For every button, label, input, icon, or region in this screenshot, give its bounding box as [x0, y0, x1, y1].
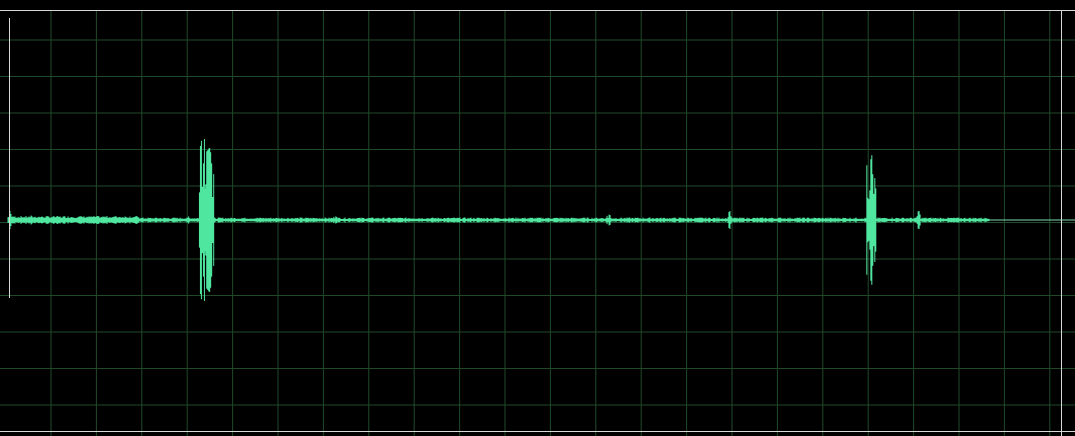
waveform-view[interactable] — [0, 0, 1075, 436]
waveform-spike — [606, 214, 611, 226]
waveform-spike — [333, 216, 338, 224]
waveform-canvas[interactable] — [0, 0, 1075, 436]
